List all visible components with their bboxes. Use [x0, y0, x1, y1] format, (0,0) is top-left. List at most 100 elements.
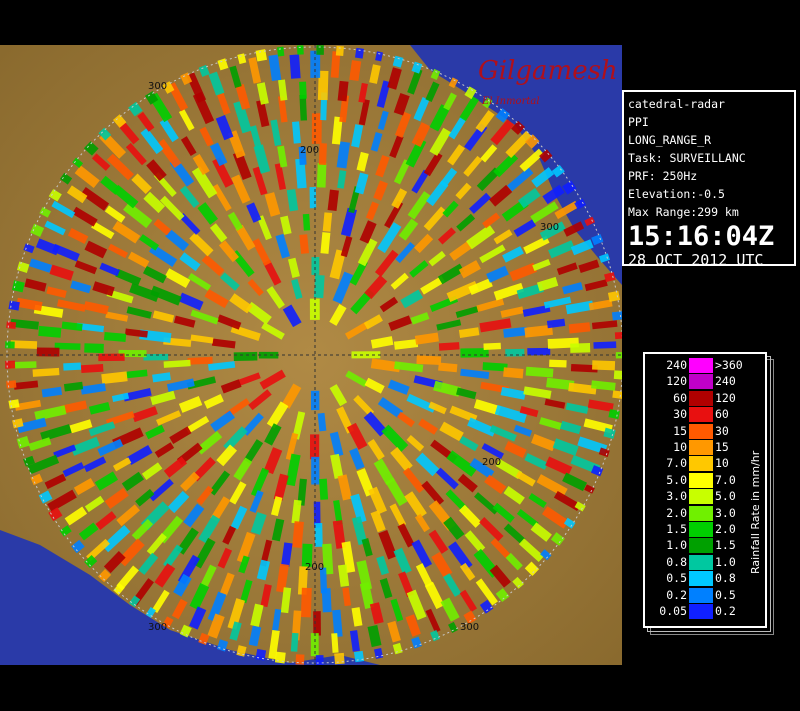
radar-echo [227, 598, 246, 630]
radar-echo [331, 116, 343, 145]
radar-echo [253, 144, 271, 174]
legend-high-value: 2.0 [715, 522, 736, 536]
radar-echo [518, 187, 541, 209]
radar-echo [146, 159, 167, 182]
radar-echo [503, 367, 524, 379]
radar-echo [337, 80, 349, 102]
radar-echo [489, 184, 513, 207]
legend-high-value: 7.0 [715, 472, 736, 487]
radar-echo [375, 155, 390, 178]
legend-high-value: 15 [715, 440, 729, 454]
radar-echo [14, 399, 42, 411]
radar-echo [173, 315, 196, 328]
radar-echo [287, 257, 300, 278]
radar-map[interactable]: 300 200 200 300 200 300 300 [0, 45, 622, 665]
radar-echo [285, 453, 301, 487]
radar-echo [16, 417, 47, 434]
radar-echo [562, 472, 588, 492]
radar-echo [264, 192, 281, 217]
radar-echo [565, 402, 589, 414]
radar-echo [70, 280, 92, 294]
radar-echo [340, 235, 353, 258]
legend-low-value: 10 [673, 440, 687, 454]
radar-echo [612, 390, 622, 402]
legend-row: 15 30 [647, 423, 751, 439]
radar-echo [591, 320, 618, 330]
radar-echo [273, 473, 289, 501]
radar-echo [278, 79, 288, 101]
radar-echo [524, 324, 553, 338]
radar-echo [577, 436, 608, 455]
legend-high-value: 60 [715, 407, 729, 422]
legend-color-swatch [689, 358, 713, 373]
legend-low-value: 0.5 [666, 571, 687, 586]
scan-date: 28 OCT 2012 UTC [628, 251, 764, 269]
radar-echo [302, 213, 311, 231]
radar-echo [369, 64, 381, 84]
legend-color-swatch [689, 407, 713, 423]
radar-echo [331, 633, 339, 653]
radar-echo [166, 378, 195, 392]
radar-echo [121, 471, 145, 492]
radar-echo [80, 383, 106, 395]
radar-echo [321, 588, 332, 613]
legend-low-value: 120 [666, 374, 687, 389]
radar-echo [268, 629, 280, 660]
radar-echo [393, 338, 419, 350]
range-label-200-s: 200 [305, 562, 324, 573]
radar-echo [443, 516, 465, 541]
legend-low-value: 240 [666, 358, 687, 372]
legend-row: 1.5 2.0 [647, 522, 751, 537]
radar-echo [583, 418, 613, 434]
radar-name: catedral-radar [628, 97, 725, 111]
radar-echo [13, 380, 39, 390]
radar-echo [460, 368, 490, 379]
radar-info-panel: catedral-radar PPI LONG_RANGE_R Task: SU… [622, 90, 796, 269]
radar-echo [367, 624, 382, 648]
radar-echo [49, 264, 74, 281]
radar-echo [268, 54, 282, 82]
radar-echo [349, 60, 362, 82]
radar-echo [256, 559, 270, 581]
radar-echo [277, 95, 288, 123]
radar-echo [63, 381, 84, 392]
radar-echo [299, 234, 310, 254]
legend-color-swatch [689, 423, 713, 439]
legend-high-value: 0.8 [715, 571, 736, 586]
radar-echo [208, 71, 225, 96]
radar-echo [124, 369, 148, 379]
radar-echo [552, 438, 579, 456]
legend-low-value: 1.5 [666, 522, 687, 536]
radar-echo [370, 132, 383, 152]
radar-echo [504, 441, 527, 458]
radar-echo [190, 334, 214, 344]
radar-echo [546, 318, 566, 329]
legend-row: 120 240 [647, 374, 751, 390]
radar-echo [129, 283, 160, 302]
radar-echo [83, 301, 109, 315]
legend-row: 3.0 5.0 [647, 489, 751, 505]
radar-echo [189, 582, 210, 610]
radar-echo [220, 379, 242, 394]
radar-echo [34, 405, 67, 421]
radar-echo [178, 395, 203, 413]
legend-high-value: 0.5 [715, 587, 736, 602]
radar-echo [539, 417, 562, 430]
radar-echo [290, 632, 299, 652]
legend-row: 10 15 [647, 440, 751, 455]
radar-echo [394, 111, 412, 138]
legend-high-value: 30 [715, 423, 729, 438]
radar-echo [295, 158, 307, 189]
radar-echo [431, 551, 453, 578]
legend-row: 1.0 1.5 [647, 538, 751, 554]
radar-echo [64, 506, 88, 526]
max-range-label: Max Range:299 km [628, 205, 739, 219]
radar-echo [282, 304, 302, 328]
range-label-300-se: 300 [460, 622, 479, 633]
radar-echo [543, 296, 572, 309]
radar-echo [494, 404, 528, 424]
radar-echo [351, 516, 368, 546]
radar-echo [163, 359, 191, 368]
legend-color-swatch [689, 538, 713, 554]
radar-echo [300, 587, 312, 618]
